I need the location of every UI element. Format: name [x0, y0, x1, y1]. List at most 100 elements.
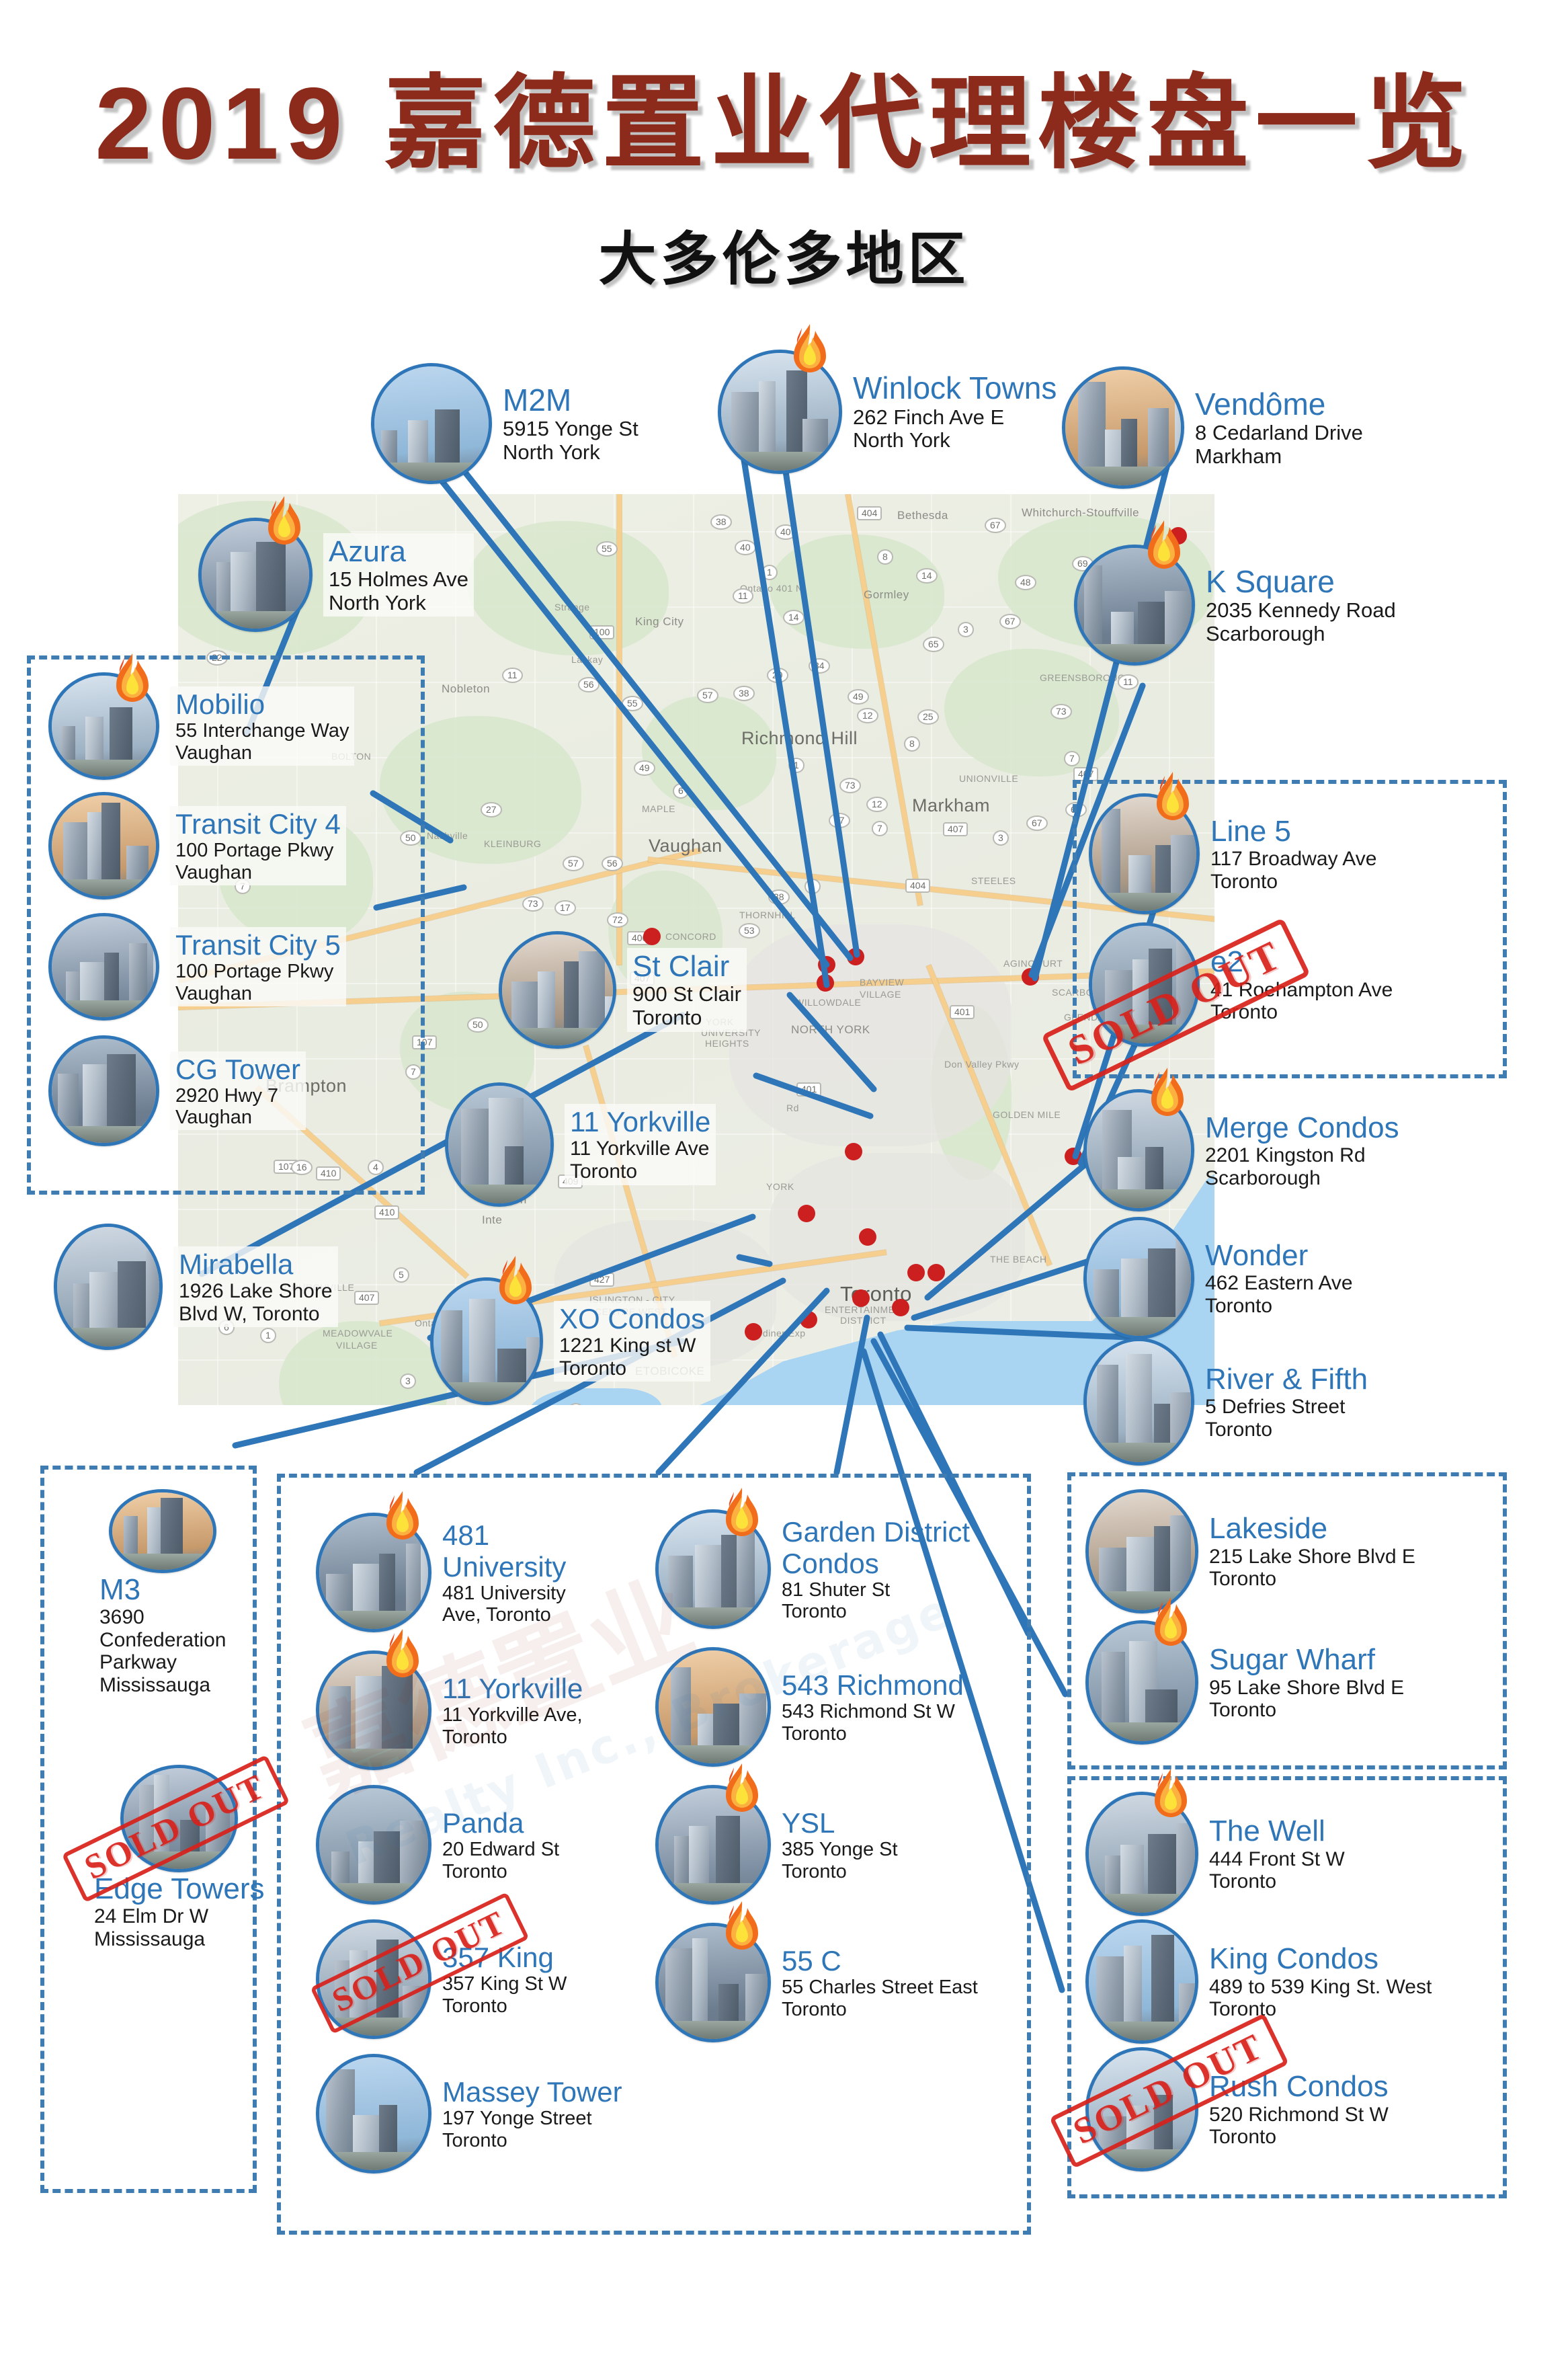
listing-address: 3690 Confederation Parkway Mississauga — [99, 1606, 226, 1696]
listing-card[interactable]: 55 C 55 Charles Street East Toronto — [655, 1901, 978, 2042]
listing-address-line: Toronto — [1209, 2126, 1277, 2149]
listing-address-line: Toronto — [1209, 1870, 1277, 1893]
map-location-marker[interactable] — [859, 1228, 876, 1246]
map-location-marker[interactable] — [1022, 968, 1039, 986]
map-place-label: WILLOWDALE — [795, 997, 862, 1008]
listing-text: River & Fifth 5 Defries Street Toronto — [1205, 1363, 1368, 1441]
map-place-label: KLEINBURG — [484, 838, 542, 849]
map-route-shield: 25 — [917, 709, 939, 725]
listing-card[interactable]: Transit City 4 100 Portage Pkwy Vaughan — [48, 792, 346, 900]
map-location-marker[interactable] — [745, 1323, 762, 1341]
listing-address: 20 Edward St Toronto — [442, 1839, 559, 1882]
listing-card[interactable]: Merge Condos 2201 Kingston Rd Scarborough — [1083, 1068, 1399, 1211]
listing-address-line: 81 Shuter St — [782, 1579, 891, 1601]
map-route-shield: 407 — [943, 822, 968, 836]
listing-card[interactable]: Line 5 117 Broadway Ave Toronto — [1089, 772, 1376, 914]
listing-card[interactable]: Transit City 5 100 Portage Pkwy Vaughan — [48, 913, 346, 1021]
listing-address-line: 5 Defries Street — [1205, 1396, 1346, 1419]
listing-card[interactable]: Azura 15 Holmes Ave North York — [198, 496, 474, 632]
listing-card[interactable]: K Square 2035 Kennedy Road Scarborough — [1074, 520, 1396, 666]
listing-photo — [1085, 1919, 1198, 2044]
map-route-shield: 67 — [1026, 815, 1048, 831]
listing-card[interactable]: Mirabella 1926 Lake Shore Blvd W, Toronto — [54, 1224, 338, 1350]
listing-card[interactable]: Wonder 462 Eastern Ave Toronto — [1083, 1217, 1353, 1339]
listing-name: Line 5 — [1210, 814, 1291, 848]
listing-card[interactable]: 481 University 481 University Ave, Toronto — [316, 1491, 583, 1632]
listing-card[interactable]: M3 3690 Confederation Parkway Mississauga — [99, 1489, 226, 1697]
listing-card[interactable]: The Well 444 Front St W Toronto — [1085, 1769, 1345, 1916]
listing-photo — [655, 1785, 771, 1905]
listing-card[interactable]: 543 Richmond 543 Richmond St W Toronto — [655, 1647, 964, 1767]
map-location-marker[interactable] — [852, 1289, 870, 1307]
map-route-shield: 50 — [467, 1017, 489, 1033]
listing-address-line: 262 Finch Ave E — [853, 405, 1005, 429]
listing-address-line: Toronto — [559, 1357, 627, 1380]
listing-address: 5915 Yonge St North York — [503, 417, 638, 464]
map-place-label: Gormley — [864, 588, 909, 601]
map-route-shield: 3 — [993, 830, 1009, 846]
map-route-shield: 40 — [735, 540, 756, 555]
map-place-label: Inte — [482, 1213, 503, 1226]
map-route-shield: 8 — [877, 549, 893, 565]
listing-card[interactable]: Massey Tower 197 Yonge Street Toronto — [316, 2054, 622, 2173]
listing-card[interactable]: Mobilio 55 Interchange Way Vaughan — [48, 653, 355, 780]
listing-text: M2M 5915 Yonge St North York — [503, 383, 638, 465]
listing-address-line: 543 Richmond St W — [782, 1701, 955, 1723]
map-location-marker[interactable] — [817, 974, 834, 992]
listing-text: King Condos 489 to 539 King St. West Toron… — [1209, 1942, 1432, 2020]
listing-card[interactable]: Winlock Towns 262 Finch Ave E North York — [718, 324, 1057, 474]
listing-card[interactable]: XO Condos 1221 King st W Toronto — [430, 1256, 711, 1405]
listing-address-line: 5915 Yonge St — [503, 417, 638, 441]
listing-name: XO Condos — [559, 1302, 706, 1334]
listing-card[interactable]: Vendôme 8 Cedarland Drive Markham — [1062, 366, 1363, 489]
listing-address-line: 1221 King st W — [559, 1334, 696, 1357]
map-route-shield: 7 — [872, 821, 888, 836]
listing-photo — [198, 518, 313, 632]
listing-card[interactable]: Panda 20 Edward St Toronto — [316, 1785, 559, 1905]
listing-address-line: Toronto — [632, 1006, 702, 1030]
map-location-marker[interactable] — [845, 1143, 862, 1160]
listing-card[interactable]: Lakeside 215 Lake Shore Blvd E Toronto — [1085, 1489, 1415, 1613]
listing-address: 215 Lake Shore Blvd E Toronto — [1209, 1546, 1415, 1591]
map-route-shield: 48 — [1015, 575, 1036, 590]
map-location-marker[interactable] — [927, 1264, 945, 1281]
listing-address-line: 55 Interchange Way — [175, 720, 349, 742]
listing-address-line: Toronto — [782, 1722, 847, 1745]
listing-name: M3 — [99, 1573, 141, 1606]
listing-address: 100 Portage Pkwy Vaughan — [175, 840, 341, 883]
map-place-label: MAPLE — [642, 803, 675, 814]
listing-card[interactable]: St Clair 900 St Clair Toronto — [499, 931, 747, 1049]
map-location-marker[interactable] — [1065, 1148, 1082, 1165]
listing-name: Mobilio — [175, 688, 265, 721]
infographic-canvas: 2019 嘉德置业代理楼盘一览 大多伦多地区 Bethesda Whitchur… — [0, 0, 1568, 2353]
map-route-shield: 401 — [950, 1005, 975, 1019]
map-location-marker[interactable] — [1169, 527, 1187, 545]
map-place-label: Vaughan — [649, 836, 723, 856]
listing-address-line: Toronto — [782, 1860, 847, 1882]
listing-address-line: 481 University — [442, 1582, 566, 1604]
listing-photo — [1083, 1089, 1194, 1211]
listing-card[interactable]: 11 Yorkville 11 Yorkville Ave, Toronto — [316, 1629, 583, 1770]
listing-card[interactable]: CG Tower 2920 Hwy 7 Vaughan — [48, 1035, 306, 1146]
map-location-marker[interactable] — [907, 1264, 925, 1281]
listing-photo — [316, 1650, 431, 1770]
listing-card[interactable]: YSL 385 Yonge St Toronto — [655, 1763, 898, 1905]
map-location-marker[interactable] — [818, 956, 835, 973]
map-location-marker[interactable] — [800, 1311, 817, 1328]
map-route-shield: 56 — [602, 856, 623, 871]
map-location-marker[interactable] — [892, 1299, 909, 1316]
listing-card[interactable]: M2M 5915 Yonge St North York — [371, 363, 638, 484]
listing-card[interactable]: Sugar Wharf 95 Lake Shore Blvd E Toronto — [1085, 1597, 1404, 1745]
listing-card[interactable]: 11 Yorkville 11 Yorkville Ave Toronto — [445, 1082, 716, 1207]
map-route-shield: 12 — [866, 797, 888, 812]
listing-photo — [316, 1785, 431, 1905]
listing-name: Transit City 4 — [175, 808, 341, 840]
listing-photo — [48, 672, 159, 780]
listing-address-line: Toronto — [1209, 1998, 1277, 2021]
map-location-marker[interactable] — [798, 1205, 815, 1222]
listing-card[interactable]: River & Fifth 5 Defries Street Toronto — [1083, 1338, 1368, 1466]
listing-address-line: Parkway — [99, 1651, 177, 1674]
listing-address-line: Toronto — [1209, 1699, 1277, 1722]
map-location-marker[interactable] — [847, 948, 864, 965]
listing-card[interactable]: Garden District Condos 81 Shuter St Toront… — [655, 1488, 1003, 1629]
